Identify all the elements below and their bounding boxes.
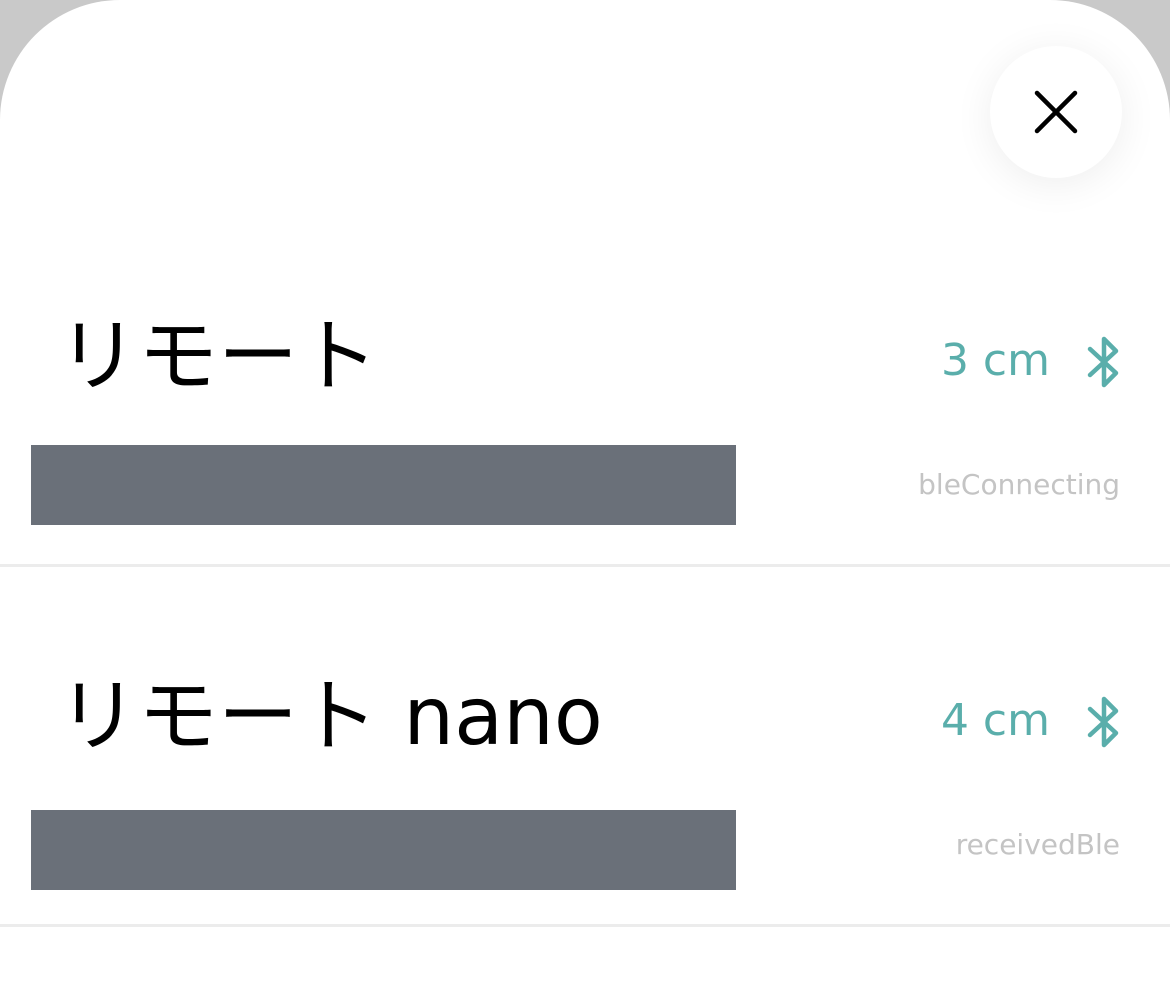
device-row[interactable]: リモート 3 cm bleConnecting [0,207,1170,567]
bluetooth-icon [1087,696,1119,748]
redacted-info [31,810,736,890]
bluetooth-icon [1087,336,1119,388]
device-name: リモート [58,310,378,403]
device-distance: 4 cm [940,695,1050,746]
device-row[interactable]: リモート nano 4 cm receivedBle [0,567,1170,927]
connection-status: receivedBle [955,828,1120,861]
close-button[interactable] [990,46,1122,178]
redacted-info [31,445,736,525]
device-list-sheet: リモート 3 cm bleConnecting リモート nano 4 cm r… [0,0,1170,1002]
device-distance: 3 cm [940,335,1050,386]
device-name: リモート nano [58,670,603,763]
divider [0,924,1170,927]
close-icon [1034,90,1078,134]
connection-status: bleConnecting [918,468,1120,501]
